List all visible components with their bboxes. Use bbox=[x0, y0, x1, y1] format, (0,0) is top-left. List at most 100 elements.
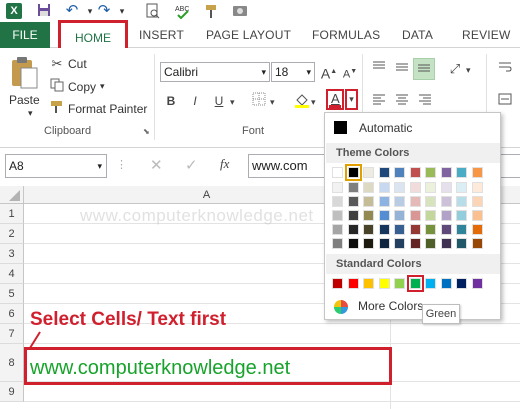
format-painter-brush-icon[interactable] bbox=[48, 100, 66, 118]
theme-color-swatch[interactable] bbox=[409, 167, 421, 178]
align-left-icon[interactable] bbox=[370, 92, 388, 110]
shrink-font-button[interactable]: A▼ bbox=[341, 63, 359, 81]
standard-color-swatch[interactable] bbox=[440, 278, 452, 289]
borders-icon[interactable] bbox=[250, 92, 268, 110]
cancel-icon[interactable]: ✕ bbox=[150, 156, 163, 174]
theme-shade-swatch[interactable] bbox=[332, 196, 343, 207]
format-painter-button[interactable]: Format Painter bbox=[68, 102, 147, 116]
theme-color-swatch[interactable] bbox=[332, 167, 343, 178]
tab-review[interactable]: REVIEW bbox=[462, 28, 511, 42]
theme-shade-swatch[interactable] bbox=[456, 238, 467, 249]
theme-shade-swatch[interactable] bbox=[394, 210, 405, 221]
merge-center-icon[interactable] bbox=[496, 92, 514, 110]
tab-home[interactable]: HOME bbox=[58, 20, 128, 51]
bold-button[interactable]: B bbox=[162, 92, 180, 110]
align-bottom-icon[interactable] bbox=[413, 58, 435, 80]
theme-color-swatch[interactable] bbox=[471, 167, 483, 178]
theme-shade-swatch[interactable] bbox=[378, 210, 390, 221]
theme-shade-swatch[interactable] bbox=[363, 238, 374, 249]
row-header-2[interactable]: 2 bbox=[0, 224, 24, 244]
row-header-7[interactable]: 7 bbox=[0, 324, 24, 344]
theme-color-swatch[interactable] bbox=[363, 167, 374, 178]
theme-shade-swatch[interactable] bbox=[394, 224, 405, 235]
tab-file[interactable]: FILE bbox=[0, 22, 50, 48]
theme-shade-swatch[interactable] bbox=[347, 196, 359, 207]
theme-shade-swatch[interactable] bbox=[471, 210, 483, 221]
align-top-icon[interactable] bbox=[370, 60, 388, 78]
borders-dropdown-icon[interactable]: ▾ bbox=[270, 97, 275, 108]
font-family-select[interactable]: Calibri ▾ bbox=[160, 62, 270, 82]
theme-shade-swatch[interactable] bbox=[456, 210, 467, 221]
orientation-dropdown-icon[interactable]: ▾ bbox=[466, 65, 471, 76]
row-header-8[interactable]: 8 bbox=[0, 344, 24, 382]
cut-icon[interactable]: ✂ bbox=[48, 55, 66, 73]
row-header-6[interactable]: 6 bbox=[0, 304, 24, 324]
standard-color-swatch[interactable] bbox=[456, 278, 467, 289]
theme-shade-swatch[interactable] bbox=[394, 182, 405, 193]
standard-color-swatch[interactable] bbox=[471, 278, 483, 289]
theme-shade-swatch[interactable] bbox=[363, 196, 374, 207]
paste-button[interactable]: Paste bbox=[9, 93, 40, 107]
theme-shade-swatch[interactable] bbox=[347, 224, 359, 235]
print-preview-icon[interactable] bbox=[145, 3, 161, 19]
theme-shade-swatch[interactable] bbox=[471, 182, 483, 193]
theme-shade-swatch[interactable] bbox=[378, 238, 390, 249]
theme-shade-swatch[interactable] bbox=[363, 224, 374, 235]
enter-icon[interactable]: ✓ bbox=[185, 156, 198, 174]
theme-shade-swatch[interactable] bbox=[425, 238, 436, 249]
theme-shade-swatch[interactable] bbox=[440, 238, 452, 249]
more-colors-option[interactable]: More Colors... bbox=[326, 296, 500, 318]
tab-insert[interactable]: INSERT bbox=[139, 28, 184, 42]
format-painter-icon[interactable] bbox=[204, 3, 220, 19]
theme-shade-swatch[interactable] bbox=[378, 196, 390, 207]
theme-shade-swatch[interactable] bbox=[440, 210, 452, 221]
row-header-4[interactable]: 4 bbox=[0, 264, 24, 284]
theme-shade-swatch[interactable] bbox=[363, 182, 374, 193]
italic-button[interactable]: I bbox=[186, 92, 204, 110]
insert-function-button[interactable]: fx bbox=[220, 156, 229, 172]
theme-shade-swatch[interactable] bbox=[440, 196, 452, 207]
row-header-3[interactable]: 3 bbox=[0, 244, 24, 264]
theme-shade-swatch[interactable] bbox=[332, 182, 343, 193]
wrap-text-icon[interactable] bbox=[496, 60, 514, 78]
align-center-icon[interactable] bbox=[393, 92, 411, 110]
save-icon[interactable] bbox=[36, 3, 52, 19]
theme-shade-swatch[interactable] bbox=[409, 210, 421, 221]
copy-button[interactable]: Copy bbox=[68, 80, 96, 94]
fill-color-dropdown-icon[interactable]: ▾ bbox=[311, 97, 316, 108]
row-header-5[interactable]: 5 bbox=[0, 284, 24, 304]
formula-bar-splitter[interactable]: ⋮ bbox=[116, 158, 127, 171]
automatic-option[interactable]: Automatic bbox=[326, 116, 500, 140]
theme-shade-swatch[interactable] bbox=[425, 210, 436, 221]
theme-shade-swatch[interactable] bbox=[332, 210, 343, 221]
theme-shade-swatch[interactable] bbox=[394, 238, 405, 249]
theme-shade-swatch[interactable] bbox=[471, 196, 483, 207]
standard-color-swatch[interactable] bbox=[363, 278, 374, 289]
redo-icon[interactable]: ↷ bbox=[96, 3, 112, 19]
undo-icon[interactable]: ↶ bbox=[64, 3, 80, 19]
theme-shade-swatch[interactable] bbox=[378, 182, 390, 193]
fill-color-icon[interactable] bbox=[293, 92, 311, 110]
copy-icon[interactable] bbox=[48, 78, 66, 96]
font-size-select[interactable]: 18 ▾ bbox=[271, 62, 315, 82]
underline-button[interactable]: U bbox=[210, 92, 228, 110]
standard-color-swatch[interactable] bbox=[378, 278, 390, 289]
tab-data[interactable]: DATA bbox=[402, 28, 433, 42]
theme-shade-swatch[interactable] bbox=[440, 224, 452, 235]
theme-shade-swatch[interactable] bbox=[347, 238, 359, 249]
theme-shade-swatch[interactable] bbox=[409, 238, 421, 249]
standard-color-swatch[interactable] bbox=[406, 275, 424, 292]
theme-shade-swatch[interactable] bbox=[471, 238, 483, 249]
copy-dropdown-icon[interactable]: ▾ bbox=[100, 81, 105, 92]
standard-color-swatch[interactable] bbox=[425, 278, 436, 289]
theme-shade-swatch[interactable] bbox=[471, 224, 483, 235]
select-all-corner[interactable] bbox=[0, 186, 24, 204]
theme-color-swatch[interactable] bbox=[378, 167, 390, 178]
font-color-dropdown-icon[interactable]: ▾ bbox=[345, 89, 358, 110]
standard-color-swatch[interactable] bbox=[332, 278, 343, 289]
align-right-icon[interactable] bbox=[416, 92, 434, 110]
theme-shade-swatch[interactable] bbox=[425, 196, 436, 207]
camera-icon[interactable] bbox=[232, 3, 248, 19]
paste-icon[interactable] bbox=[9, 56, 39, 90]
name-box[interactable]: A8 ▾ bbox=[5, 154, 107, 178]
